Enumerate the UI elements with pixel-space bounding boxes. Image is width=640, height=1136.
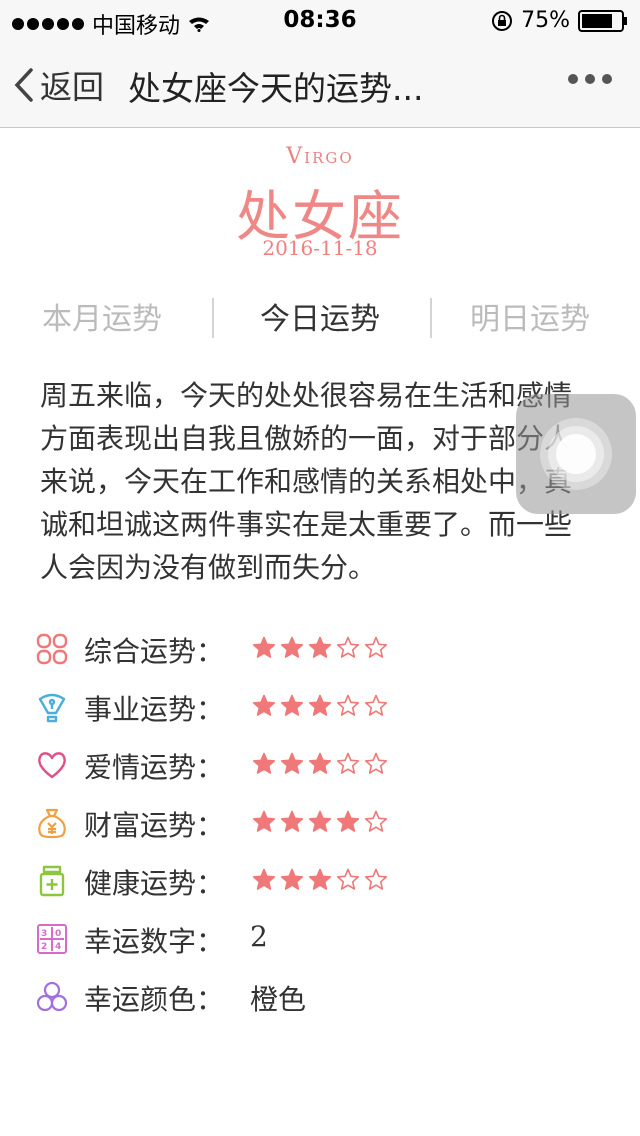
star-empty-icon: [364, 752, 388, 774]
zodiac-name-english: Virgo: [286, 144, 354, 169]
tab-tomorrow[interactable]: 明日运势: [470, 294, 590, 338]
fortune-label: 健康运势：: [84, 867, 225, 900]
fortune-label: 综合运势：: [84, 635, 225, 668]
star-empty-icon: [364, 868, 388, 890]
lucky-color-label: 幸运颜色：: [84, 983, 225, 1016]
fortune-row-wealth: 财富运势：: [36, 804, 616, 844]
lucky-color-row: 幸运颜色： 橙色: [36, 978, 616, 1018]
star-filled-icon: [280, 636, 304, 658]
status-bar: 中国移动 08:36 75%: [0, 0, 640, 40]
star-rating: [252, 810, 388, 834]
tab-monthly[interactable]: 本月运势: [42, 294, 162, 338]
star-empty-icon: [364, 810, 388, 832]
fortune-row-health: 健康运势：: [36, 862, 616, 902]
grid-icon: [36, 633, 68, 665]
star-filled-icon: [308, 636, 332, 658]
back-button[interactable]: 返回: [14, 62, 104, 108]
star-empty-icon: [336, 694, 360, 716]
medicine-bottle-icon: [39, 865, 65, 897]
star-rating: [252, 752, 388, 776]
star-filled-icon: [252, 868, 276, 890]
star-rating: [252, 694, 388, 718]
star-filled-icon: [280, 694, 304, 716]
lucky-number-value: 2: [250, 920, 268, 953]
fortune-period-tabs: 本月运势 今日运势 明日运势: [0, 294, 640, 342]
star-filled-icon: [308, 752, 332, 774]
star-filled-icon: [280, 752, 304, 774]
star-filled-icon: [280, 868, 304, 890]
svg-text:4: 4: [55, 942, 61, 952]
star-empty-icon: [336, 636, 360, 658]
star-filled-icon: [308, 810, 332, 832]
star-filled-icon: [252, 636, 276, 658]
star-filled-icon: [308, 694, 332, 716]
star-empty-icon: [364, 636, 388, 658]
star-empty-icon: [364, 694, 388, 716]
calendar-numbers-icon: 30 24: [37, 924, 67, 954]
navigation-bar: 返回 处女座今天的运势...: [0, 40, 640, 128]
star-filled-icon: [280, 810, 304, 832]
battery-percentage: 75%: [521, 8, 570, 33]
star-filled-icon: [252, 752, 276, 774]
lucky-number-label: 幸运数字：: [84, 925, 225, 958]
fortune-label: 事业运势：: [84, 693, 225, 726]
star-rating: [252, 636, 388, 660]
star-filled-icon: [252, 810, 276, 832]
star-filled-icon: [252, 694, 276, 716]
tab-today[interactable]: 今日运势: [260, 294, 380, 338]
back-label: 返回: [40, 68, 105, 106]
pen-nib-icon: [38, 693, 66, 723]
fortune-row-love: 爱情运势：: [36, 746, 616, 786]
three-circles-icon: [36, 981, 68, 1012]
page-title: 处女座今天的运势...: [128, 69, 424, 108]
lucky-color-value: 橙色: [250, 983, 307, 1016]
status-right: 75%: [491, 8, 628, 33]
money-bag-icon: [38, 808, 66, 839]
svg-text:0: 0: [55, 929, 61, 939]
fortune-date: 2016-11-18: [262, 236, 378, 260]
fortune-description: 周五来临，今天的处处很容易在生活和感情方面表现出自我且傲娇的一面，对于部分人来说…: [40, 379, 573, 584]
star-empty-icon: [336, 752, 360, 774]
fortune-label: 爱情运势：: [84, 751, 225, 784]
star-empty-icon: [336, 868, 360, 890]
star-filled-icon: [308, 868, 332, 890]
rotation-lock-icon: [492, 10, 513, 31]
fortune-label: 财富运势：: [84, 809, 225, 842]
svg-text:3: 3: [41, 929, 47, 939]
svg-text:2: 2: [41, 942, 47, 952]
chevron-left-icon: [14, 68, 33, 102]
battery-icon: [578, 9, 627, 32]
assistive-touch-button[interactable]: [516, 394, 636, 514]
star-rating: [252, 868, 388, 892]
heart-icon: [38, 752, 66, 779]
star-filled-icon: [336, 810, 360, 832]
tab-divider: [430, 298, 432, 338]
tab-divider: [212, 298, 214, 338]
more-options-icon[interactable]: [568, 74, 612, 84]
fortune-row-overall: 综合运势：: [36, 630, 616, 670]
fortune-row-career: 事业运势：: [36, 688, 616, 728]
lucky-number-row: 30 24 幸运数字： 2: [36, 920, 616, 960]
